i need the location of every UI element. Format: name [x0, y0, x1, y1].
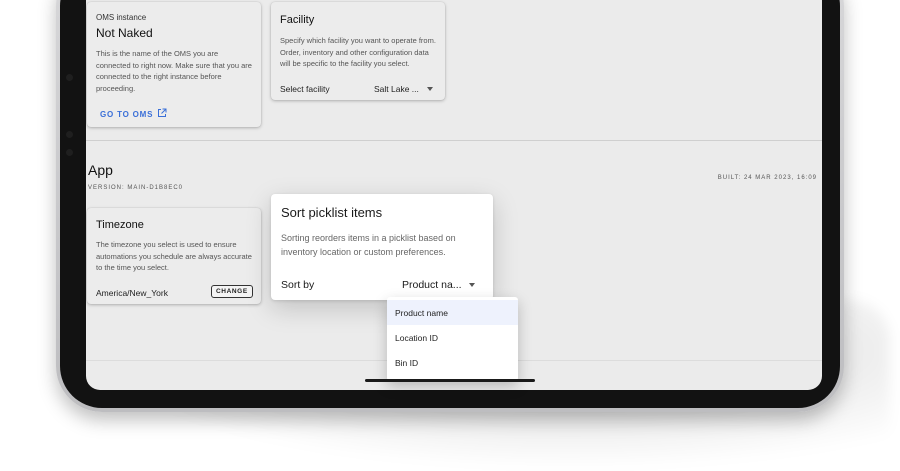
select-facility-label: Select facility	[280, 84, 330, 94]
bezel-sensor-dot	[66, 149, 73, 156]
oms-instance-overline: OMS instance	[96, 13, 147, 22]
facility-select-value: Salt Lake ...	[374, 84, 419, 94]
sort-option-bin-id[interactable]: Bin ID	[387, 350, 518, 375]
bezel-sensor-dot	[66, 74, 73, 81]
external-link-icon	[157, 108, 167, 120]
section-divider	[86, 140, 822, 141]
facility-select[interactable]: Salt Lake ...	[374, 84, 433, 94]
facility-card: Facility Specify which facility you want…	[271, 2, 445, 100]
sort-popover-title: Sort picklist items	[281, 205, 383, 220]
timezone-title: Timezone	[96, 219, 144, 231]
timezone-card: Timezone The timezone you select is used…	[87, 208, 261, 304]
timezone-description: The timezone you select is used to ensur…	[96, 240, 252, 272]
bezel-sensor-dot	[66, 131, 73, 138]
sort-options-menu: Product name Location ID Bin ID	[387, 297, 518, 381]
facility-description: Specify which facility you want to opera…	[280, 36, 436, 68]
home-indicator[interactable]	[365, 379, 535, 382]
go-to-oms-label: GO TO OMS	[100, 109, 154, 119]
app-version: VERSION: MAIN-D1B8EC0	[88, 185, 184, 191]
chevron-down-icon	[426, 87, 433, 91]
sort-by-value: Product na...	[402, 279, 462, 291]
change-timezone-button[interactable]: CHANGE	[211, 285, 253, 298]
oms-instance-card: OMS instance Not Naked This is the name …	[87, 2, 261, 127]
app-section-title: App	[88, 162, 113, 178]
timezone-value: America/New_York	[96, 288, 168, 298]
sort-by-select[interactable]: Product na...	[402, 279, 475, 291]
sort-picklist-popover: Sort picklist items Sorting reorders ite…	[271, 194, 493, 300]
facility-title: Facility	[280, 14, 315, 26]
sort-option-location-id[interactable]: Location ID	[387, 325, 518, 350]
oms-instance-description: This is the name of the OMS you are conn…	[96, 49, 252, 93]
go-to-oms-link[interactable]: GO TO OMS	[100, 108, 167, 120]
oms-instance-name: Not Naked	[96, 26, 153, 40]
chevron-down-icon	[468, 283, 475, 287]
app-build-date: BUILT: 24 MAR 2023, 16:09	[717, 175, 817, 181]
sort-by-label: Sort by	[281, 279, 315, 291]
sort-option-product-name[interactable]: Product name	[387, 300, 518, 325]
scene: OMS instance Not Naked This is the name …	[0, 0, 900, 471]
sort-popover-description: Sorting reorders items in a picklist bas…	[281, 233, 456, 257]
